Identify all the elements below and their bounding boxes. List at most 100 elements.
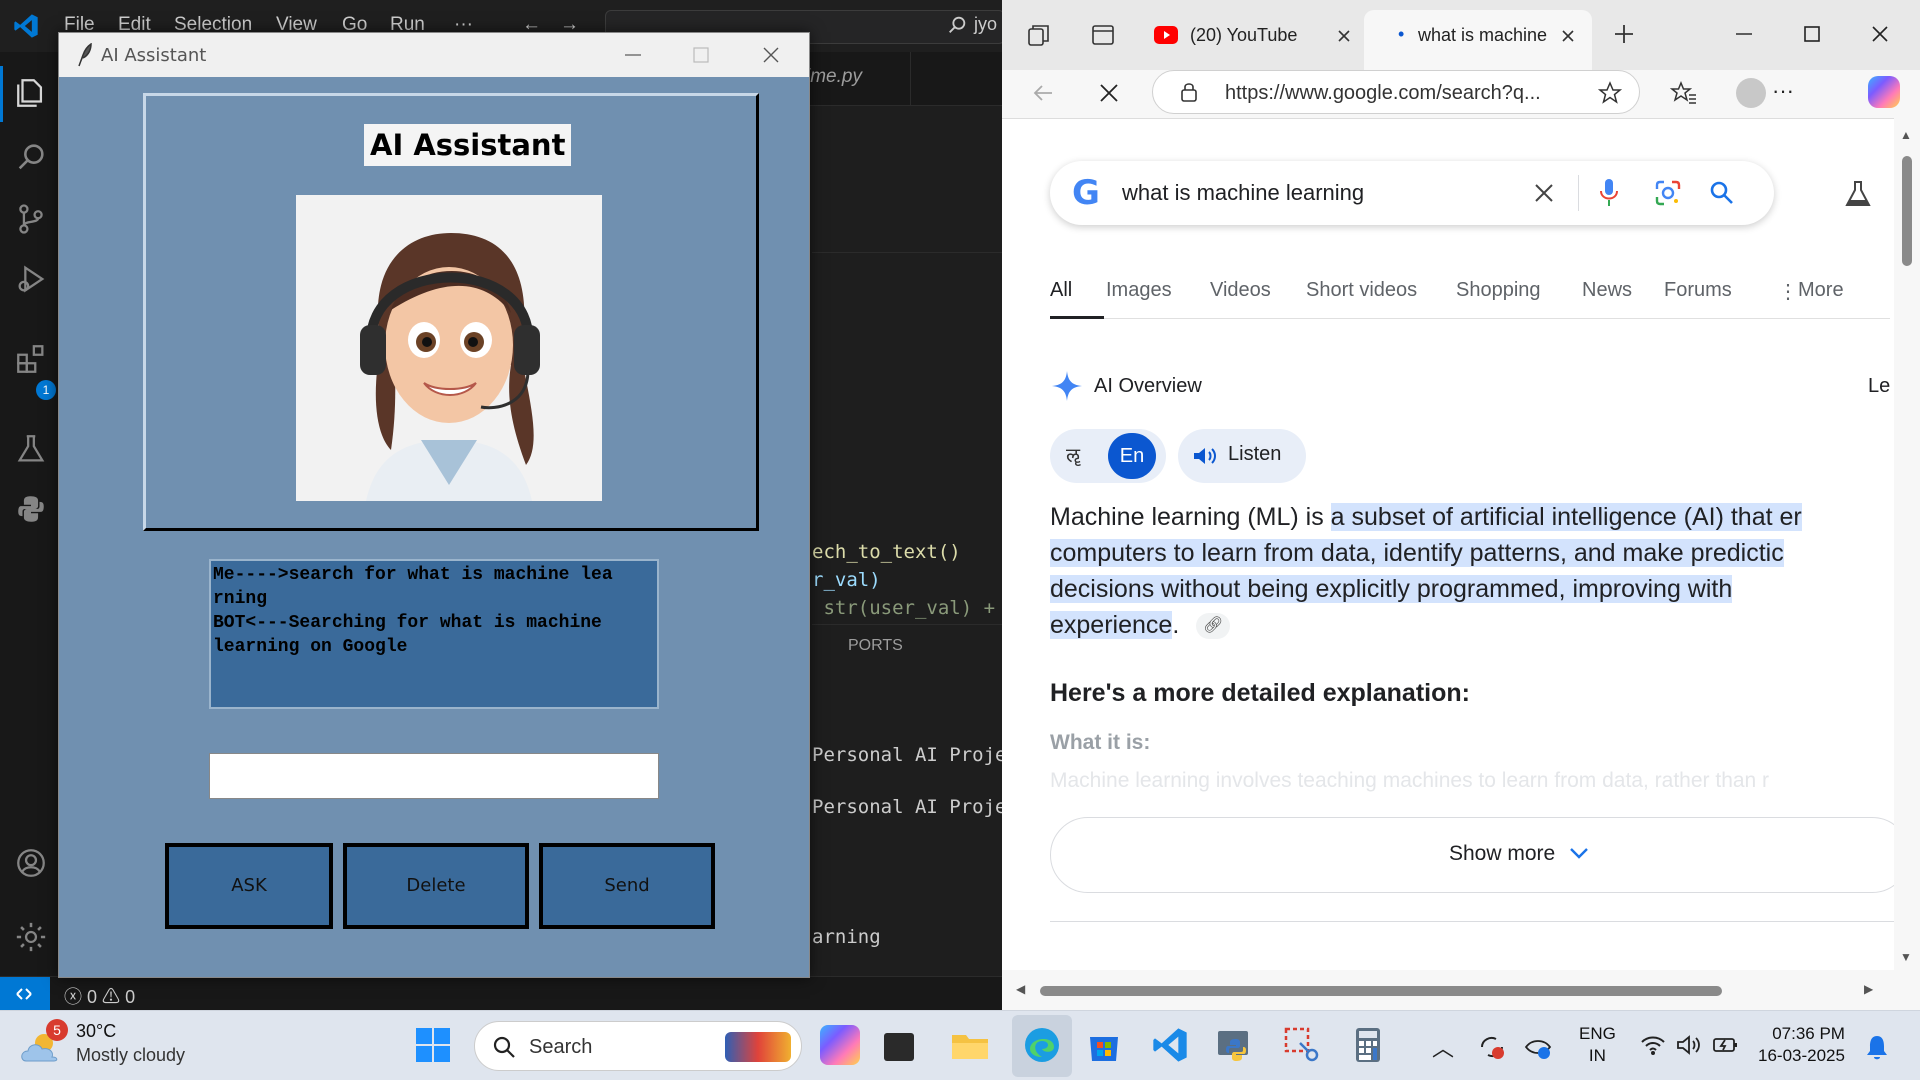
python-idle-icon[interactable]	[1216, 1025, 1256, 1065]
source-control-icon[interactable]	[14, 202, 48, 236]
explorer-icon[interactable]	[14, 76, 48, 110]
search-labs-flask-icon[interactable]	[1844, 179, 1872, 209]
remote-indicator[interactable]	[0, 977, 50, 1011]
input-language-code: ENG	[1579, 1024, 1616, 1043]
problems-indicator[interactable]: ⓧ 0 ⚠ 0	[64, 983, 135, 1009]
search-tab-more[interactable]: More	[1798, 279, 1844, 302]
search-icon[interactable]	[14, 140, 48, 174]
minimize-icon[interactable]	[1732, 22, 1756, 46]
warning-count: 0	[125, 987, 136, 1007]
clock[interactable]: 07:36 PM 16-03-2025	[1758, 1023, 1845, 1067]
language-en[interactable]: En	[1108, 433, 1156, 479]
code-line-3: str(user_val) +	[812, 597, 996, 619]
python-icon[interactable]	[14, 492, 48, 526]
maximize-icon[interactable]	[1800, 22, 1824, 46]
lock-icon[interactable]	[1179, 81, 1199, 103]
minimize-button[interactable]	[605, 39, 661, 71]
address-bar[interactable]: https://www.google.com/search?q...	[1152, 70, 1640, 114]
ask-button[interactable]: ASK	[165, 843, 333, 929]
voice-search-mic-icon[interactable]	[1598, 177, 1620, 209]
favorites-icon[interactable]	[1670, 80, 1698, 106]
search-tab-short-videos[interactable]: Short videos	[1306, 279, 1417, 302]
account-icon[interactable]	[14, 846, 48, 880]
scroll-up-arrow-icon[interactable]: ▲	[1900, 128, 1912, 142]
tab-actions-icon[interactable]	[1090, 22, 1116, 48]
ai-titlebar[interactable]: AI Assistant	[59, 33, 809, 77]
message-input[interactable]	[209, 753, 659, 799]
scroll-down-arrow-icon[interactable]: ▼	[1900, 950, 1912, 964]
more-vertical-icon[interactable]: ⋮	[1778, 279, 1798, 304]
search-tab-news[interactable]: News	[1582, 279, 1632, 302]
clear-search-icon[interactable]	[1532, 181, 1556, 205]
settings-gear-icon[interactable]	[14, 920, 48, 954]
search-tab-all[interactable]: All	[1050, 279, 1072, 302]
extensions-icon[interactable]	[14, 342, 48, 376]
wifi-icon[interactable]	[1640, 1033, 1666, 1057]
maximize-button[interactable]	[673, 39, 729, 71]
weather-temperature[interactable]: 30°C	[76, 1021, 116, 1042]
error-icon: ⓧ	[64, 987, 82, 1007]
stop-loading-icon[interactable]	[1098, 82, 1120, 104]
ai-overview-right-label[interactable]: Le	[1868, 375, 1890, 398]
google-lens-icon[interactable]	[1654, 179, 1682, 207]
volume-icon[interactable]	[1676, 1033, 1702, 1057]
horizontal-scroll-thumb[interactable]	[1040, 986, 1722, 996]
copilot-icon[interactable]	[1868, 76, 1900, 108]
tab-google-search[interactable]: • what is machine	[1364, 10, 1592, 70]
vscode-taskbar-icon[interactable]	[1150, 1025, 1190, 1065]
source-link-icon[interactable]: 🔗︎	[1196, 613, 1231, 640]
file-explorer-icon[interactable]	[950, 1025, 990, 1065]
horizontal-scrollbar[interactable]: ◀ ▶	[1002, 970, 1920, 1010]
close-button[interactable]	[743, 39, 799, 71]
vertical-scrollbar[interactable]: ▲ ▼	[1894, 118, 1920, 970]
chat-log[interactable]: Me---->search for what is machine lea rn…	[209, 559, 659, 709]
search-tabs: All Images Videos Short videos Shopping …	[1050, 279, 1890, 319]
language-toggle[interactable]: ॡ En	[1050, 429, 1166, 483]
editor-tab-file[interactable]: ime.py	[806, 66, 862, 88]
workspaces-icon[interactable]	[1026, 22, 1052, 48]
weather-description[interactable]: Mostly cloudy	[76, 1045, 185, 1066]
windows-start-icon[interactable]	[414, 1026, 452, 1064]
network-status-icon[interactable]	[1524, 1033, 1552, 1061]
settings-more-icon[interactable]: ···	[1772, 78, 1794, 104]
notification-bell-icon[interactable]	[1864, 1033, 1890, 1061]
search-query[interactable]: what is machine learning	[1122, 180, 1364, 206]
show-hidden-icons-chevron-icon[interactable]: ︿	[1432, 1031, 1454, 1063]
search-tab-shopping[interactable]: Shopping	[1456, 279, 1541, 302]
panel-tab-ports[interactable]: PORTS	[848, 637, 903, 655]
battery-charging-icon[interactable]	[1712, 1033, 1740, 1057]
search-tab-videos[interactable]: Videos	[1210, 279, 1271, 302]
taskbar-search[interactable]: Search	[474, 1021, 802, 1071]
snipping-tool-icon[interactable]	[1282, 1025, 1322, 1065]
tab-close-icon[interactable]	[1560, 28, 1576, 44]
copilot-taskbar-icon[interactable]	[820, 1025, 860, 1065]
scroll-left-arrow-icon[interactable]: ◀	[1016, 982, 1025, 996]
run-debug-icon[interactable]	[14, 262, 48, 296]
input-language[interactable]: ENG IN	[1579, 1023, 1616, 1067]
new-tab-icon[interactable]	[1612, 22, 1636, 46]
profile-avatar[interactable]	[1736, 78, 1766, 108]
google-search-box[interactable]: G what is machine learning	[1050, 161, 1774, 225]
search-submit-icon[interactable]	[1708, 179, 1736, 207]
favorite-star-icon[interactable]	[1597, 80, 1623, 106]
testing-flask-icon[interactable]	[14, 432, 48, 466]
scroll-right-arrow-icon[interactable]: ▶	[1864, 982, 1873, 996]
back-arrow-icon[interactable]	[1030, 80, 1056, 106]
tab-close-icon[interactable]	[1336, 28, 1352, 44]
edge-taskbar-icon[interactable]	[1022, 1025, 1062, 1065]
delete-button[interactable]: Delete	[343, 843, 529, 929]
tab-youtube[interactable]: (20) YouTube	[1144, 10, 1350, 62]
sync-alert-icon[interactable]	[1478, 1033, 1506, 1061]
send-button[interactable]: Send	[539, 843, 715, 929]
terminal-app-icon[interactable]	[884, 1033, 914, 1061]
close-icon[interactable]	[1868, 22, 1892, 46]
calculator-icon[interactable]	[1348, 1025, 1388, 1065]
microsoft-store-icon[interactable]	[1084, 1025, 1124, 1065]
listen-button[interactable]: Listen	[1178, 429, 1306, 483]
search-tab-images[interactable]: Images	[1106, 279, 1172, 302]
vertical-scroll-thumb[interactable]	[1902, 156, 1912, 266]
weather-widget[interactable]: 5	[20, 1019, 68, 1065]
show-more-button[interactable]: Show more	[1050, 817, 1894, 893]
translate-icon[interactable]: ॡ	[1066, 441, 1080, 468]
search-tab-forums[interactable]: Forums	[1664, 279, 1732, 302]
